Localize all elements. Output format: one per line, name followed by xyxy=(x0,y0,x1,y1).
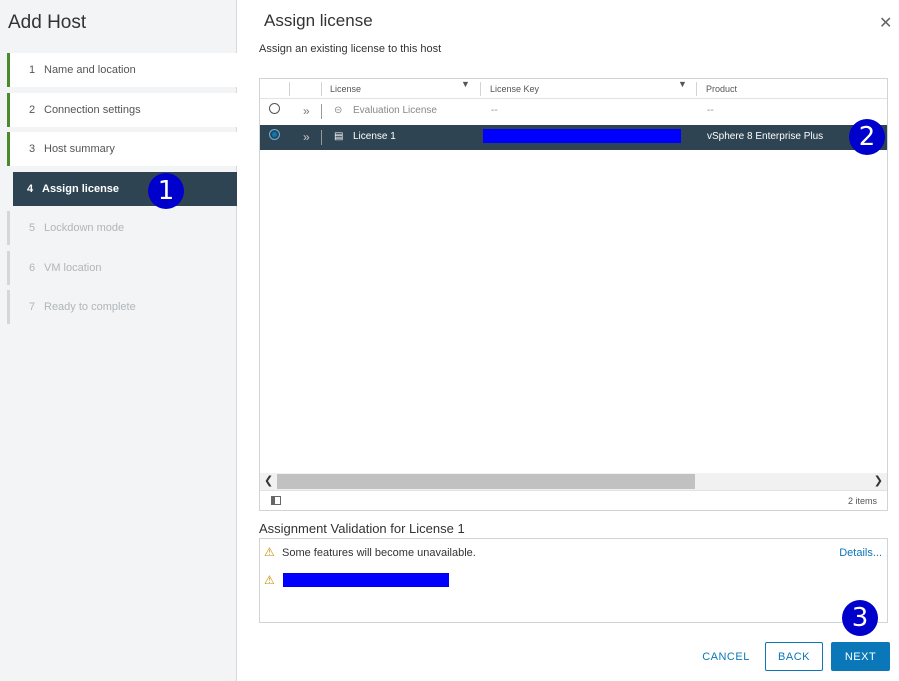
step-name-and-location[interactable]: 1 Name and location xyxy=(7,53,237,87)
redacted-warning-text xyxy=(283,573,449,587)
column-divider[interactable] xyxy=(480,82,481,96)
column-header-license[interactable]: License xyxy=(330,79,361,99)
step-number: 5 xyxy=(29,222,36,234)
license-key: -- xyxy=(491,105,498,116)
step-label: Connection settings xyxy=(44,103,141,116)
column-toggle-icon[interactable] xyxy=(271,496,281,505)
table-row-selected[interactable]: » ▤ License 1 vSphere 8 Enterprise Plus xyxy=(260,125,887,150)
step-connection-settings[interactable]: 2 Connection settings xyxy=(7,92,237,127)
column-header-license-key[interactable]: License Key xyxy=(490,79,539,99)
step-label: Ready to complete xyxy=(44,301,136,313)
step-number: 4 xyxy=(27,182,34,195)
wizard-title: Add Host xyxy=(8,12,87,33)
wizard-steps: 1 Name and location 2 Connection setting… xyxy=(7,53,237,330)
warning-message: Some features will become unavailable. xyxy=(282,547,476,559)
warning-icon: ⚠ xyxy=(264,573,275,587)
license-grid: License ▼ License Key ▼ Product » ⊝ Eval… xyxy=(259,78,888,511)
callout-marker-2: 2 xyxy=(849,119,885,155)
step-host-summary[interactable]: 3 Host summary xyxy=(7,132,237,166)
step-label: Host summary xyxy=(44,143,115,155)
filter-icon[interactable]: ▼ xyxy=(678,79,687,89)
callout-marker-3: 3 xyxy=(842,600,878,636)
grid-header: License ▼ License Key ▼ Product xyxy=(260,79,887,99)
cell-divider xyxy=(321,104,322,119)
expand-icon[interactable]: » xyxy=(303,130,310,144)
step-lockdown-mode: 5 Lockdown mode xyxy=(7,211,237,245)
scrollbar-thumb[interactable] xyxy=(277,474,695,489)
cell-divider xyxy=(321,130,322,145)
column-header-product[interactable]: Product xyxy=(706,79,737,99)
column-divider xyxy=(289,82,290,96)
validation-panel: ⚠ Some features will become unavailable.… xyxy=(259,538,888,623)
row-radio[interactable] xyxy=(269,129,280,140)
step-number: 6 xyxy=(29,261,36,274)
step-number: 3 xyxy=(29,143,36,155)
evaluation-icon: ⊝ xyxy=(334,105,343,116)
expand-icon[interactable]: » xyxy=(303,104,310,118)
cancel-button[interactable]: CANCEL xyxy=(694,642,758,671)
table-row[interactable]: » ⊝ Evaluation License -- -- xyxy=(260,99,887,124)
back-button[interactable]: BACK xyxy=(765,642,823,671)
step-label: Lockdown mode xyxy=(44,222,125,234)
scroll-right-icon[interactable]: ❯ xyxy=(874,474,883,487)
wizard-sidebar: Add Host 1 Name and location 2 Connectio… xyxy=(0,0,237,681)
step-number: 1 xyxy=(29,64,36,76)
horizontal-scrollbar[interactable]: ❮ ❯ xyxy=(260,473,887,490)
page-title: Assign license xyxy=(264,11,373,30)
column-divider xyxy=(321,82,322,96)
step-number: 7 xyxy=(29,301,36,313)
redacted-license-key xyxy=(483,129,681,143)
product-name: -- xyxy=(707,105,714,116)
page-subtitle: Assign an existing license to this host xyxy=(259,43,442,55)
warning-icon: ⚠ xyxy=(264,545,275,559)
close-icon[interactable]: ✕ xyxy=(879,13,892,33)
step-ready-to-complete: 7 Ready to complete xyxy=(7,290,237,324)
step-vm-location: 6 VM location xyxy=(7,250,237,285)
step-label: Name and location xyxy=(44,64,136,76)
column-divider[interactable] xyxy=(696,82,697,96)
next-button[interactable]: NEXT xyxy=(831,642,890,671)
callout-marker-1: 1 xyxy=(148,173,184,209)
step-assign-license[interactable]: 4 Assign license xyxy=(13,171,237,206)
item-count: 2 items xyxy=(847,496,877,506)
license-name: Evaluation License xyxy=(353,105,437,116)
step-label: VM location xyxy=(44,261,102,274)
step-label: Assign license xyxy=(42,182,120,195)
row-radio[interactable] xyxy=(269,103,280,114)
license-name: License 1 xyxy=(353,131,396,142)
grid-footer: 2 items xyxy=(260,490,887,510)
license-icon: ▤ xyxy=(334,131,344,142)
filter-icon[interactable]: ▼ xyxy=(461,79,470,89)
validation-title: Assignment Validation for License 1 xyxy=(259,521,465,536)
step-number: 2 xyxy=(29,103,36,116)
product-name: vSphere 8 Enterprise Plus xyxy=(707,131,824,142)
scroll-left-icon[interactable]: ❮ xyxy=(264,474,273,487)
details-link[interactable]: Details... xyxy=(839,547,882,559)
